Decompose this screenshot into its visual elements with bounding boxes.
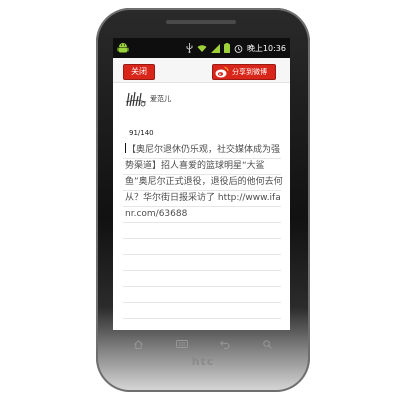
home-icon[interactable] — [134, 339, 144, 349]
ifanr-logo-icon — [125, 91, 147, 107]
ruled-line — [123, 254, 281, 255]
ruled-line — [123, 270, 281, 271]
account-row: 爱范儿 — [125, 88, 171, 110]
alarm-icon — [234, 44, 243, 53]
ruled-line — [123, 318, 281, 319]
android-icon — [117, 43, 129, 53]
status-time: 晚上10:36 — [246, 43, 286, 53]
text-cursor — [125, 143, 126, 153]
weibo-icon — [215, 67, 229, 78]
ruled-line — [123, 302, 281, 303]
battery-icon — [223, 43, 230, 53]
close-button[interactable]: 关闭 — [123, 64, 155, 80]
phone-speaker — [166, 20, 236, 24]
character-counter: 91/140 — [129, 129, 154, 137]
brand-logo: htc — [191, 355, 215, 368]
share-to-weibo-button[interactable]: 分享到微博 — [212, 64, 276, 80]
status-bar: 晚上10:36 — [113, 38, 290, 58]
back-icon[interactable] — [220, 340, 230, 349]
ruled-line — [123, 286, 281, 287]
signal-icon — [210, 43, 220, 53]
usb-icon — [186, 43, 193, 53]
hardware-keys — [118, 336, 288, 352]
title-bar: 关闭 分享到微博 — [113, 58, 290, 83]
menu-icon[interactable] — [175, 340, 188, 348]
post-text-field[interactable]: 【奥尼尔退休仍乐观，社交媒体成为强势渠道】招人喜爱的篮球明星“大鲨鱼”奥尼尔正式… — [125, 142, 283, 222]
share-button-label: 分享到微博 — [232, 68, 267, 76]
phone-screen: 晚上10:36 关闭 分享到微博 爱范儿 91/140 【奥尼尔退休仍乐观，社交… — [113, 38, 290, 330]
account-name: 爱范儿 — [150, 95, 171, 103]
search-icon[interactable] — [263, 339, 272, 349]
post-text: 【奥尼尔退休仍乐观，社交媒体成为强势渠道】招人喜爱的篮球明星“大鲨鱼”奥尼尔正式… — [125, 145, 283, 219]
ruled-line — [123, 238, 281, 239]
ruled-line — [123, 222, 281, 223]
post-compose-area[interactable]: 【奥尼尔退休仍乐观，社交媒体成为强势渠道】招人喜爱的篮球明星“大鲨鱼”奥尼尔正式… — [123, 142, 283, 328]
wifi-icon — [197, 44, 207, 52]
